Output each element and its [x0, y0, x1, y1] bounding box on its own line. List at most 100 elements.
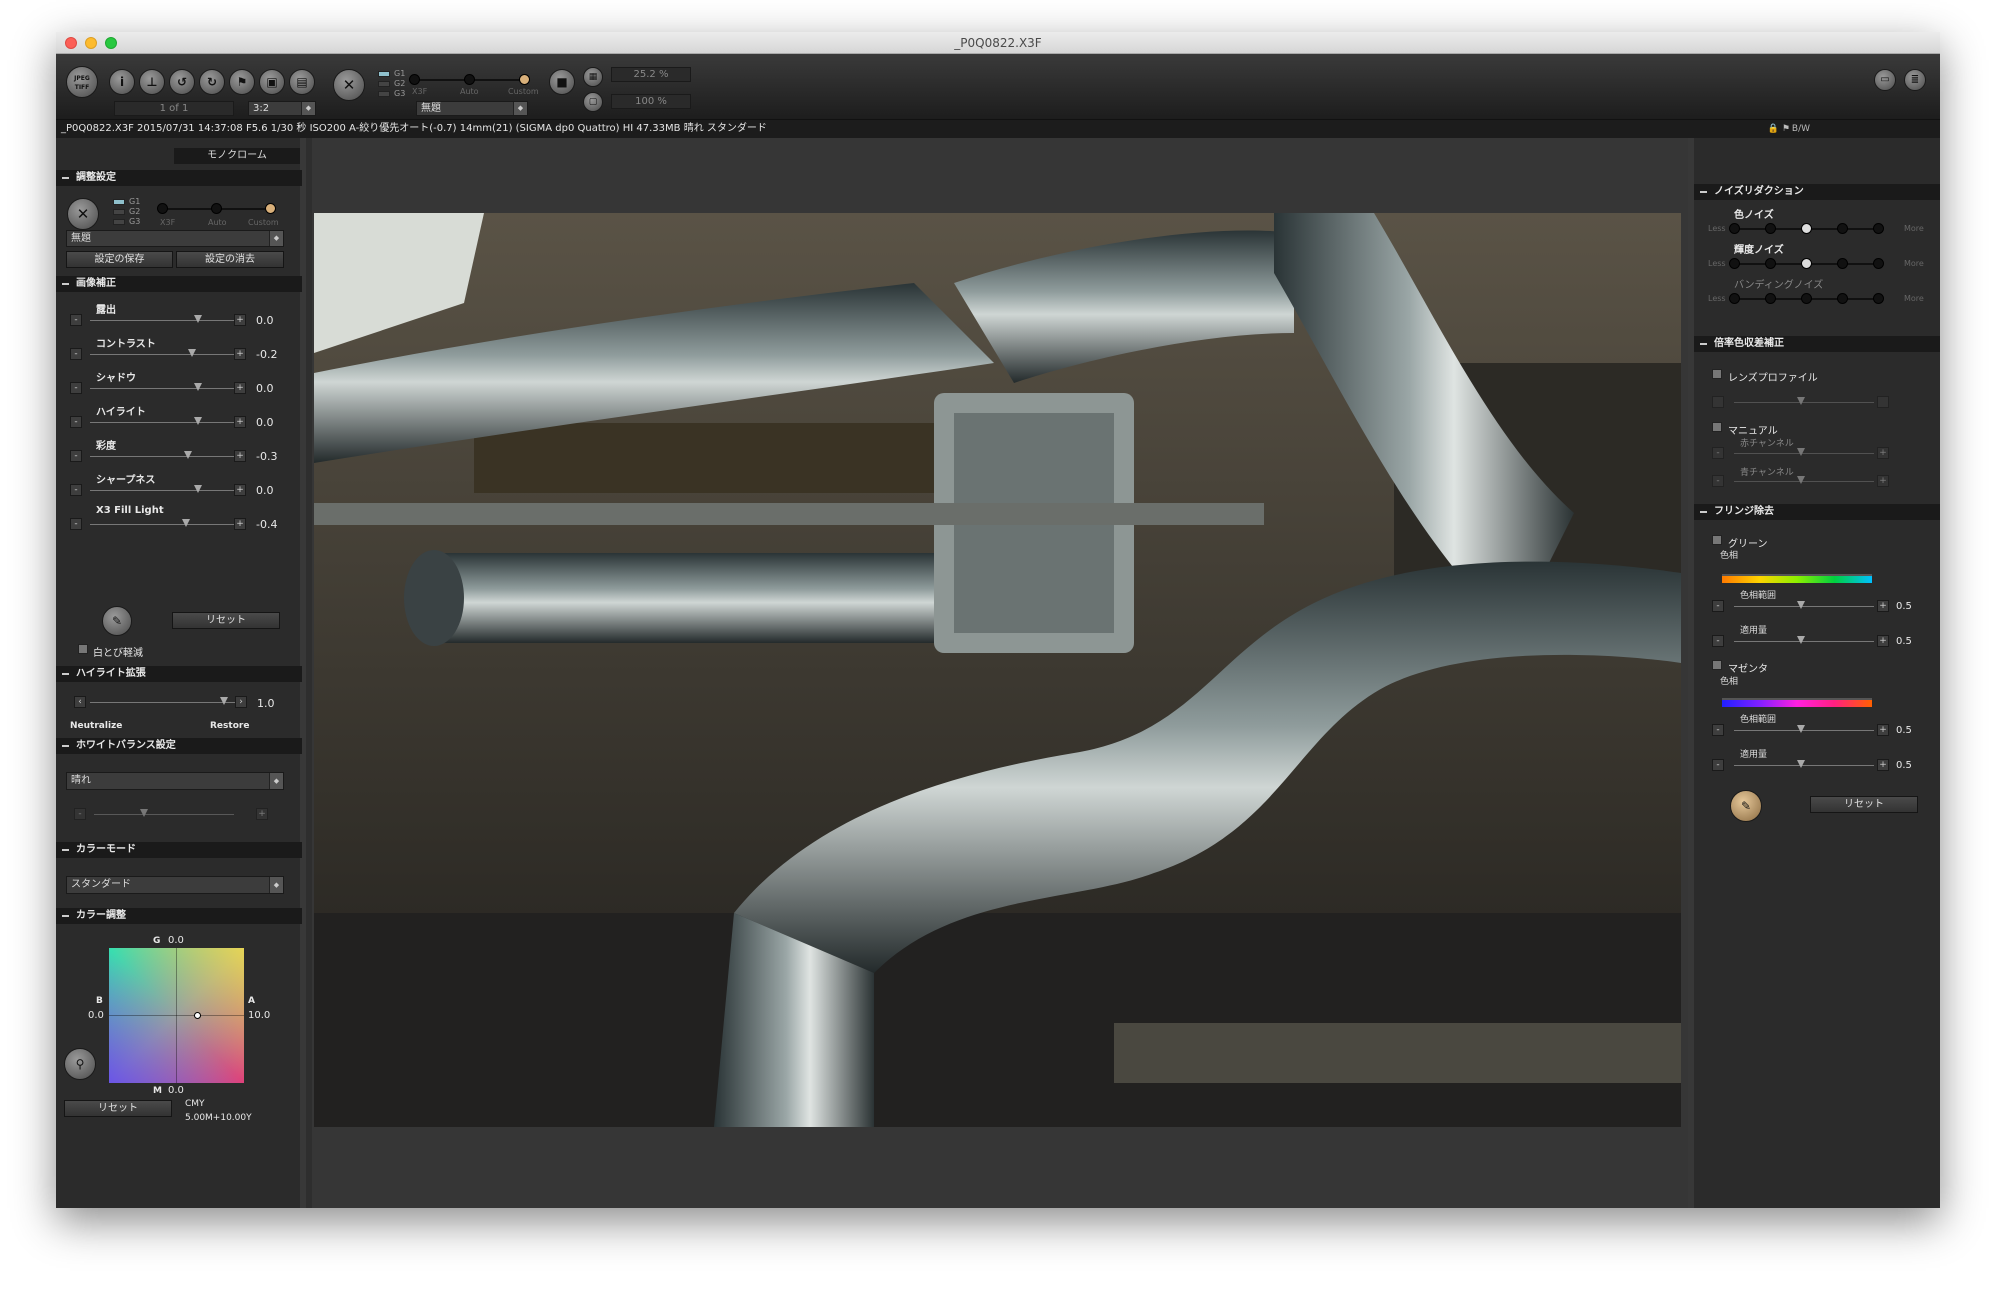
color-reset-button[interactable]: リセット: [64, 1100, 172, 1117]
noise-step-dot[interactable]: [1873, 293, 1884, 304]
g3-box[interactable]: [378, 91, 390, 97]
green-range-thumb[interactable]: [1797, 601, 1805, 609]
hl-plus-button[interactable]: ›: [235, 696, 247, 708]
slider-thumb[interactable]: [184, 451, 192, 459]
erase-settings-button[interactable]: 設定の消去: [176, 251, 284, 268]
flag-icon[interactable]: ⚑: [229, 69, 255, 95]
red-plus-button[interactable]: +: [1877, 447, 1889, 459]
slider-minus-button[interactable]: -: [70, 416, 82, 428]
g2-box[interactable]: [378, 81, 390, 87]
noise-step-dot[interactable]: [1837, 258, 1848, 269]
color-picker-icon[interactable]: ⚲: [64, 1048, 96, 1080]
photo-preview[interactable]: [314, 213, 1681, 1127]
slider-plus-button[interactable]: +: [234, 484, 246, 496]
red-minus-button[interactable]: -: [1712, 447, 1724, 459]
eyedropper-icon[interactable]: ✎: [102, 606, 132, 636]
green-range-plus[interactable]: +: [1877, 600, 1889, 612]
aspect-select[interactable]: 3:2 ◆: [248, 101, 316, 116]
rotate-right-icon[interactable]: ↻: [199, 69, 225, 95]
mode-custom-dot[interactable]: [265, 203, 276, 214]
slider-thumb[interactable]: [188, 349, 196, 357]
info-icon[interactable]: i: [109, 69, 135, 95]
image-view-icon[interactable]: ▭: [1874, 69, 1896, 91]
reset-button[interactable]: リセット: [172, 612, 280, 629]
lens-thumb[interactable]: [1797, 397, 1805, 405]
lock-icon[interactable]: ▣: [259, 69, 285, 95]
noise-step-dot[interactable]: [1873, 258, 1884, 269]
actual-size-icon[interactable]: ▢: [583, 92, 603, 112]
slider-plus-button[interactable]: +: [234, 314, 246, 326]
g2-box[interactable]: [113, 209, 125, 215]
noise-step-dot[interactable]: [1801, 293, 1812, 304]
slider-plus-button[interactable]: +: [234, 518, 246, 530]
noise-step-dot[interactable]: [1801, 223, 1812, 234]
wb-plus-button[interactable]: +: [256, 808, 268, 820]
slider-minus-button[interactable]: -: [70, 518, 82, 530]
slider-minus-button[interactable]: -: [70, 382, 82, 394]
noise-step-dot[interactable]: [1837, 293, 1848, 304]
magenta-hue-bar[interactable]: [1722, 698, 1872, 707]
slider-plus-button[interactable]: +: [234, 382, 246, 394]
magenta-range-minus[interactable]: -: [1712, 724, 1724, 736]
mode-x3f-dot[interactable]: [409, 74, 420, 85]
jpeg-tiff-icon[interactable]: JPEG TIFF: [66, 66, 98, 98]
magenta-amount-thumb[interactable]: [1797, 760, 1805, 768]
noise-step-dot[interactable]: [1873, 223, 1884, 234]
color-wheel[interactable]: [109, 948, 244, 1083]
magenta-amount-plus[interactable]: +: [1877, 759, 1889, 771]
wb-thumb[interactable]: [140, 809, 148, 817]
fit-view-icon[interactable]: ▦: [583, 67, 603, 87]
trash-icon[interactable]: ▤: [289, 69, 315, 95]
x3-settings-icon[interactable]: ✕: [67, 198, 99, 230]
monochrome-tab[interactable]: モノクローム: [174, 148, 300, 164]
section-white-balance[interactable]: ホワイトバランス設定: [56, 738, 302, 754]
lens-plus-button[interactable]: [1877, 396, 1889, 408]
slider-plus-button[interactable]: +: [234, 348, 246, 360]
lens-profile-checkbox[interactable]: [1712, 369, 1722, 379]
zoom-stepper-1[interactable]: 25.2 %: [611, 67, 691, 82]
wb-minus-button[interactable]: -: [74, 808, 86, 820]
preset-select[interactable]: 無題 ◆: [66, 230, 284, 247]
slider-thumb[interactable]: [194, 417, 202, 425]
green-amount-minus[interactable]: -: [1712, 635, 1724, 647]
rotate-left-icon[interactable]: ↺: [169, 69, 195, 95]
preset-select[interactable]: 無題 ◆: [416, 101, 528, 116]
g1-box[interactable]: [113, 199, 125, 205]
magenta-range-plus[interactable]: +: [1877, 724, 1889, 736]
noise-step-dot[interactable]: [1729, 223, 1740, 234]
section-fringe[interactable]: フリンジ除去: [1694, 504, 1940, 520]
slider-minus-button[interactable]: -: [70, 450, 82, 462]
section-adjust[interactable]: 調整設定: [56, 170, 302, 186]
blue-thumb[interactable]: [1797, 476, 1805, 484]
noise-step-dot[interactable]: [1729, 258, 1740, 269]
g1-box[interactable]: [378, 71, 390, 77]
section-highlight[interactable]: ハイライト拡張: [56, 666, 302, 682]
green-amount-plus[interactable]: +: [1877, 635, 1889, 647]
slider-minus-button[interactable]: -: [70, 484, 82, 496]
hl-minus-button[interactable]: ‹: [74, 696, 86, 708]
green-hue-bar[interactable]: [1722, 574, 1872, 583]
magenta-range-thumb[interactable]: [1797, 725, 1805, 733]
stop-icon[interactable]: ■: [549, 69, 575, 95]
page-stepper[interactable]: 1 of 1: [114, 101, 234, 116]
mode-auto-dot[interactable]: [464, 74, 475, 85]
fringe-picker-icon[interactable]: ✎: [1730, 790, 1762, 822]
noise-step-dot[interactable]: [1729, 293, 1740, 304]
section-image-correction[interactable]: 画像補正: [56, 276, 302, 292]
save-settings-button[interactable]: 設定の保存: [66, 251, 173, 268]
magenta-checkbox[interactable]: [1712, 660, 1722, 670]
green-amount-thumb[interactable]: [1797, 636, 1805, 644]
manual-checkbox[interactable]: [1712, 422, 1722, 432]
noise-step-dot[interactable]: [1765, 258, 1776, 269]
lens-minus-button[interactable]: [1712, 396, 1724, 408]
stamp-icon[interactable]: ⊥: [139, 69, 165, 95]
green-checkbox[interactable]: [1712, 535, 1722, 545]
fringe-reset-button[interactable]: リセット: [1810, 796, 1918, 813]
hl-thumb[interactable]: [220, 697, 228, 705]
slider-thumb[interactable]: [194, 485, 202, 493]
noise-step-dot[interactable]: [1801, 258, 1812, 269]
mode-auto-dot[interactable]: [211, 203, 222, 214]
mode-custom-dot[interactable]: [519, 74, 530, 85]
color-mode-select[interactable]: スタンダード ◆: [66, 876, 284, 894]
g3-box[interactable]: [113, 219, 125, 225]
